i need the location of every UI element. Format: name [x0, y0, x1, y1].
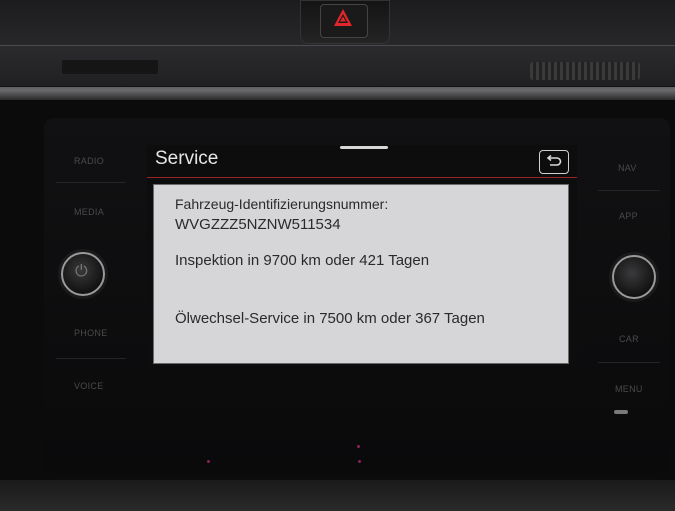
phone-button[interactable]: PHONE	[74, 328, 108, 338]
climate-thumbwheel[interactable]	[530, 62, 640, 80]
divider	[598, 190, 660, 191]
divider	[56, 182, 126, 183]
radio-button[interactable]: RADIO	[74, 156, 104, 166]
divider	[598, 362, 660, 363]
ambient-led	[358, 460, 361, 463]
swipe-down-handle[interactable]	[340, 146, 388, 149]
vin-value: WVGZZZ5NZNW511534	[175, 216, 341, 233]
divider	[56, 358, 126, 359]
ambient-led	[357, 445, 360, 448]
tune-knob[interactable]	[612, 255, 656, 299]
back-button[interactable]	[539, 150, 569, 174]
vin-label: Fahrzeug-Identifizierungsnummer:	[175, 196, 389, 212]
app-button[interactable]: APP	[619, 211, 638, 221]
car-button[interactable]: CAR	[619, 334, 639, 344]
nav-button[interactable]: NAV	[618, 163, 637, 173]
oil-service-interval: Ölwechsel-Service in 7500 km oder 367 Ta…	[175, 310, 485, 327]
title-divider	[147, 177, 577, 178]
page-title: Service	[155, 148, 219, 169]
power-icon: ⏻	[75, 263, 88, 280]
ambient-led	[207, 460, 210, 463]
vent-slot	[62, 60, 158, 74]
voice-button[interactable]: VOICE	[74, 381, 104, 391]
back-arrow-icon	[546, 155, 562, 166]
menu-indicator-led	[614, 410, 628, 414]
inspection-interval: Inspektion in 9700 km oder 421 Tagen	[175, 252, 430, 269]
menu-button[interactable]: MENU	[615, 384, 643, 394]
media-button[interactable]: MEDIA	[74, 207, 104, 217]
volume-knob[interactable]: ⏻	[61, 252, 105, 296]
lower-trim	[0, 480, 675, 511]
hazard-warning-triangle-icon	[334, 9, 352, 26]
